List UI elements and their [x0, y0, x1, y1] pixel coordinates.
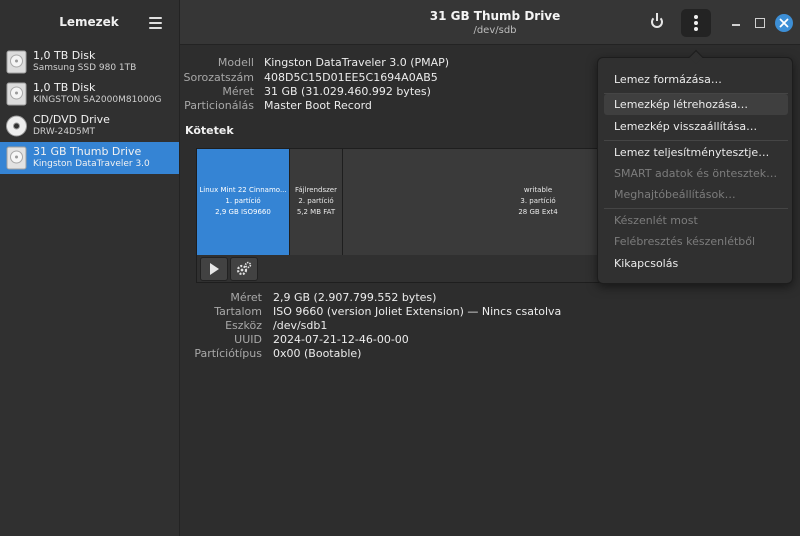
partition-detail: 2,9 GB ISO9660 — [215, 208, 271, 216]
usb-drive-icon — [6, 146, 27, 170]
vol-size-label: Méret — [230, 291, 262, 304]
disk-item-cd-dvd[interactable]: CD/DVD Drive DRW-24D5MT — [0, 110, 179, 142]
partitioning-label: Particionálás — [184, 99, 254, 112]
partition-3[interactable]: writable 3. partíció 28 GB Ext4 — [343, 149, 601, 255]
gears-icon — [236, 261, 252, 276]
menu-item-wake-up: Felébresztés készenlétből — [614, 235, 756, 248]
minimize-button[interactable] — [728, 15, 744, 31]
vol-device-value: /dev/sdb1 — [273, 319, 328, 332]
serial-value: 408D5C15D01EE5C1694A0AB5 — [264, 71, 438, 84]
partition-1[interactable]: Linux Mint 22 Cinnamo... 1. partíció 2,9… — [197, 149, 290, 255]
model-label: Modell — [217, 56, 254, 69]
hamburger-menu-icon[interactable] — [146, 14, 166, 32]
hard-disk-icon — [6, 82, 27, 106]
menu-item-benchmark[interactable]: Lemez teljesítménytesztje… — [604, 142, 788, 163]
disk-item-kingston-ssd[interactable]: 1,0 TB Disk KINGSTON SA2000M81000G — [0, 78, 179, 110]
sidebar-header: Lemezek — [0, 0, 180, 45]
disk-model: KINGSTON SA2000M81000G — [33, 95, 162, 105]
close-button[interactable] — [775, 14, 793, 32]
close-icon — [779, 18, 789, 28]
disk-model: DRW-24D5MT — [33, 127, 95, 137]
disk-name: 1,0 TB Disk — [33, 81, 96, 94]
mount-button[interactable] — [200, 257, 228, 281]
partition-2[interactable]: Fájlrendszer 2. partíció 5,2 MB FAT — [290, 149, 343, 255]
partition-name: writable — [523, 186, 553, 194]
disk-item-samsung[interactable]: 1,0 TB Disk Samsung SSD 980 1TB — [0, 46, 179, 78]
volume-map: Linux Mint 22 Cinnamo... 1. partíció 2,9… — [196, 148, 601, 255]
partition-options-button[interactable] — [230, 257, 258, 281]
model-value: Kingston DataTraveler 3.0 (PMAP) — [264, 56, 450, 69]
partition-name: Fájlrendszer — [295, 186, 337, 194]
power-icon — [651, 13, 663, 28]
size-label: Méret — [222, 85, 254, 98]
vol-size-value: 2,9 GB (2.907.799.552 bytes) — [273, 291, 437, 304]
partition-number: 1. partíció — [225, 197, 261, 205]
window-title: 31 GB Thumb Drive — [429, 9, 561, 23]
hard-disk-icon — [6, 50, 27, 74]
disk-model: Samsung SSD 980 1TB — [33, 63, 137, 73]
menu-separator — [604, 208, 788, 209]
partitioning-value: Master Boot Record — [264, 99, 372, 112]
drive-options-menu: Lemez formázása… Lemezkép létrehozása… L… — [597, 49, 793, 284]
play-icon — [210, 263, 219, 275]
menu-item-drive-settings: Meghajtóbeállítások… — [614, 188, 736, 201]
vol-device-label: Eszköz — [225, 319, 262, 332]
menu-item-standby-now: Készenlét most — [614, 214, 698, 227]
vol-parttype-value: 0x00 (Bootable) — [273, 347, 362, 360]
partition-number: 3. partíció — [520, 197, 556, 205]
header-bar: Lemezek 31 GB Thumb Drive /dev/sdb — [0, 0, 800, 45]
maximize-button[interactable] — [752, 15, 768, 31]
disk-model: Kingston DataTraveler 3.0 — [33, 159, 150, 169]
disk-sidebar: 1,0 TB Disk Samsung SSD 980 1TB 1,0 TB D… — [0, 45, 180, 536]
vol-content-label: Tartalom — [214, 305, 262, 318]
vol-uuid-label: UUID — [234, 333, 262, 346]
partition-name: Linux Mint 22 Cinnamo... — [199, 186, 287, 194]
partition-number: 2. partíció — [298, 197, 334, 205]
power-off-button[interactable] — [642, 9, 672, 37]
disk-name: CD/DVD Drive — [33, 113, 110, 126]
menu-item-smart-data: SMART adatok és öntesztek… — [614, 167, 778, 180]
partition-detail: 5,2 MB FAT — [296, 208, 336, 216]
vol-content-value: ISO 9660 (version Joliet Extension) — Ni… — [273, 305, 562, 318]
volume-toolbar — [196, 255, 600, 283]
drive-options-button[interactable] — [681, 9, 711, 37]
menu-item-create-image[interactable]: Lemezkép létrehozása… — [604, 94, 788, 115]
menu-item-restore-image[interactable]: Lemezkép visszaállítása… — [604, 116, 788, 137]
disk-name: 1,0 TB Disk — [33, 49, 96, 62]
vol-parttype-label: Partíciótípus — [194, 347, 262, 360]
vol-uuid-value: 2024-07-21-12-46-00-00 — [273, 333, 409, 346]
vertical-dots-icon — [694, 15, 698, 31]
window-subtitle: /dev/sdb — [473, 25, 517, 36]
disk-name: 31 GB Thumb Drive — [33, 145, 142, 158]
menu-item-power-off[interactable]: Kikapcsolás — [604, 253, 788, 274]
volumes-heading: Kötetek — [185, 124, 234, 137]
optical-disc-icon — [6, 115, 27, 137]
size-value: 31 GB (31.029.460.992 bytes) — [264, 85, 431, 98]
menu-separator — [604, 140, 788, 141]
partition-detail: 28 GB Ext4 — [518, 208, 558, 216]
menu-item-format-disk[interactable]: Lemez formázása… — [604, 69, 788, 90]
disk-item-thumb-drive[interactable]: 31 GB Thumb Drive Kingston DataTraveler … — [0, 142, 179, 174]
serial-label: Sorozatszám — [183, 71, 254, 84]
